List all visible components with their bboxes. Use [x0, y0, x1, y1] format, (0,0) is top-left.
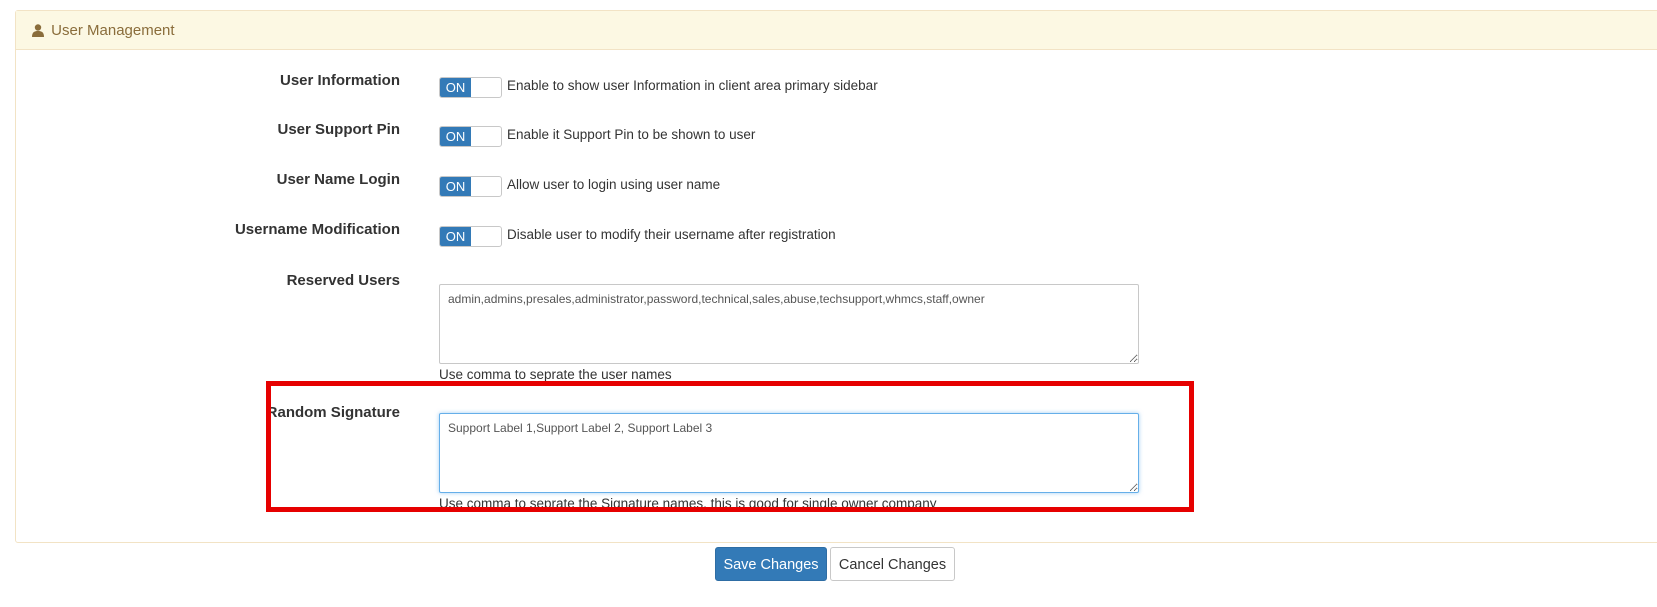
- reserved-users-help: Use comma to seprate the user names: [439, 367, 672, 382]
- setting-description: Enable to show user Information in clien…: [507, 78, 878, 93]
- toggle-on-label: ON: [440, 127, 471, 146]
- random-signature-label: Random Signature: [266, 404, 400, 421]
- cancel-changes-button[interactable]: Cancel Changes: [830, 547, 955, 581]
- save-changes-button[interactable]: Save Changes: [715, 547, 827, 581]
- user-name-login-toggle[interactable]: ON: [439, 176, 502, 197]
- setting-description: Disable user to modify their username af…: [507, 227, 836, 242]
- user-support-pin-toggle[interactable]: ON: [439, 126, 502, 147]
- user-information-toggle[interactable]: ON: [439, 77, 502, 98]
- toggle-on-label: ON: [440, 227, 471, 246]
- setting-label: User Support Pin: [277, 121, 400, 138]
- reserved-users-label: Reserved Users: [286, 272, 400, 289]
- setting-description: Allow user to login using user name: [507, 177, 721, 192]
- setting-label: User Information: [279, 72, 400, 89]
- panel-heading: User Management: [16, 11, 1657, 50]
- panel-title: User Management: [51, 22, 175, 39]
- setting-description: Enable it Support Pin to be shown to use…: [507, 127, 756, 142]
- user-icon: [32, 24, 44, 37]
- reserved-users-textarea[interactable]: [439, 284, 1139, 364]
- toggle-on-label: ON: [440, 177, 471, 196]
- username-modification-toggle[interactable]: ON: [439, 226, 502, 247]
- setting-label: Username Modification: [234, 221, 400, 238]
- random-signature-help: Use comma to seprate the Signature names…: [439, 496, 937, 511]
- setting-label: User Name Login: [276, 171, 400, 188]
- toggle-on-label: ON: [440, 78, 471, 97]
- random-signature-textarea[interactable]: [439, 413, 1139, 493]
